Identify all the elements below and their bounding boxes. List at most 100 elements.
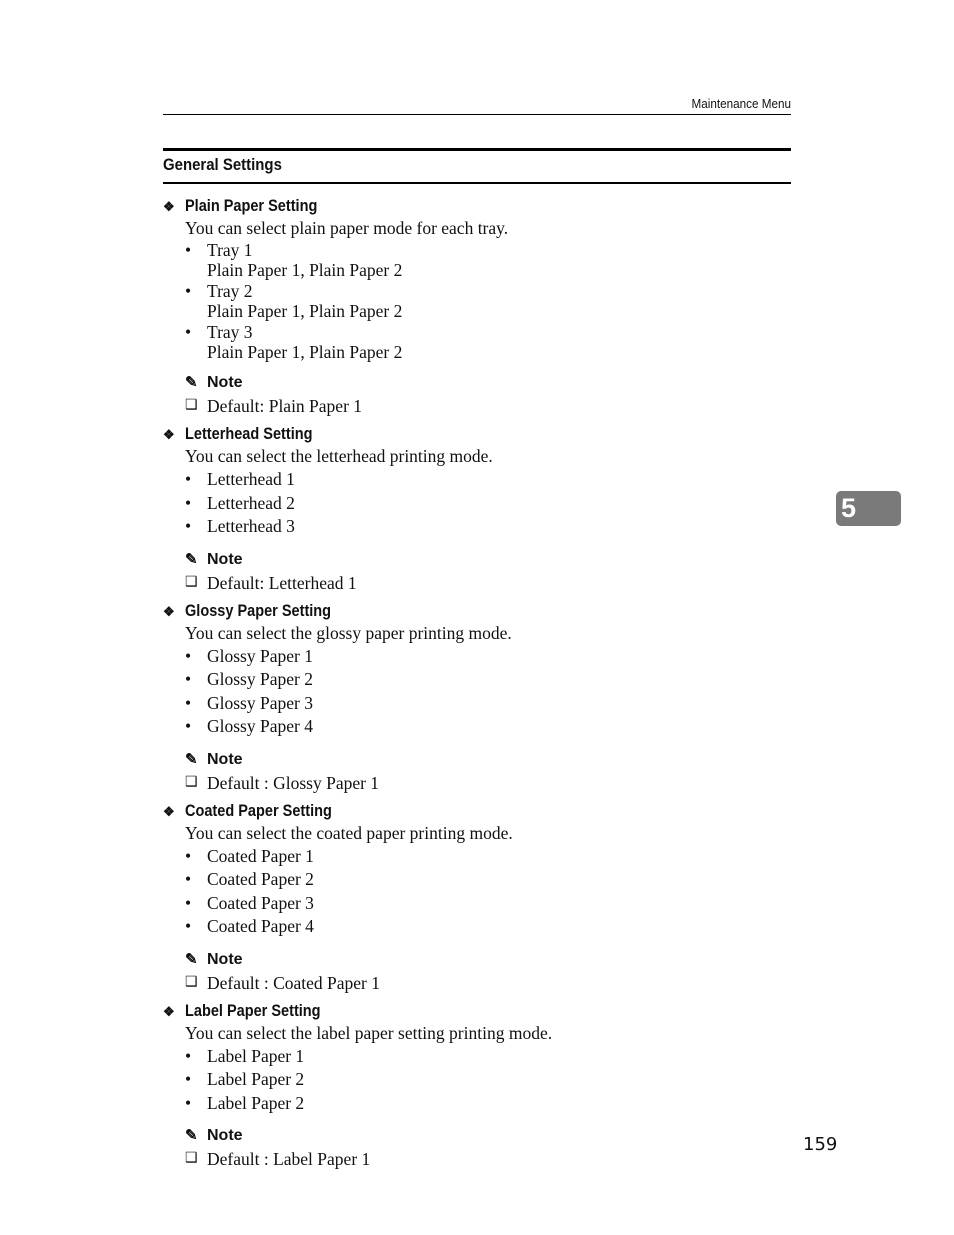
pencil-icon: ✎: [185, 950, 198, 968]
option-label: Glossy Paper 2: [207, 669, 313, 689]
pencil-icon: ✎: [185, 374, 198, 391]
pencil-icon: ✎: [185, 550, 198, 568]
section-title: General Settings: [163, 155, 282, 174]
setting-description: You can select the glossy paper printing…: [185, 622, 512, 643]
setting-section: ❖ Letterhead Setting You can select the …: [163, 424, 803, 595]
option-item: • Letterhead 2: [185, 492, 803, 516]
setting-title: ❖ Letterhead Setting: [163, 424, 803, 445]
setting-title-text: Plain Paper Setting: [185, 197, 318, 215]
note-label: Note: [207, 950, 243, 968]
note-heading: ✎ Note: [185, 372, 803, 394]
bullet-icon: •: [185, 1045, 192, 1066]
pencil-icon: ✎: [185, 1127, 198, 1144]
note-block: ✎ Note ❑ Default: Letterhead 1: [185, 549, 803, 595]
option-values: Plain Paper 1, Plain Paper 2: [207, 301, 403, 321]
option-item: • Tray 1 Plain Paper 1, Plain Paper 2: [185, 240, 803, 280]
note-label: Note: [207, 750, 243, 768]
bullet-icon: •: [185, 692, 192, 713]
setting-title-text: Glossy Paper Setting: [185, 601, 332, 620]
option-list: • Letterhead 1 • Letterhead 2 • Letterhe…: [185, 468, 803, 539]
note-label: Note: [207, 374, 243, 391]
option-item: • Coated Paper 4: [185, 915, 803, 939]
bullet-icon: •: [185, 1069, 192, 1089]
settings-content: ❖ Plain Paper Setting You can select pla…: [163, 196, 803, 1177]
note-default: ❑ Default : Label Paper 1: [185, 1147, 803, 1171]
diamond-cluster-icon: ❖: [163, 199, 175, 214]
option-item: • Glossy Paper 3: [185, 692, 803, 716]
option-list: • Label Paper 1 • Label Paper 2 • Label …: [185, 1045, 803, 1116]
setting-title: ❖ Glossy Paper Setting: [163, 601, 803, 622]
setting-description: You can select the letterhead printing m…: [185, 446, 493, 466]
option-label: Label Paper 2: [207, 1069, 305, 1089]
option-label: Glossy Paper 1: [207, 645, 313, 666]
bullet-icon: •: [185, 716, 192, 736]
note-default: ❑ Default : Glossy Paper 1: [185, 771, 803, 795]
setting-section: ❖ Coated Paper Setting You can select th…: [163, 801, 803, 995]
note-default-text: Default : Label Paper 1: [207, 1149, 371, 1169]
option-label: Label Paper 2: [207, 1092, 305, 1113]
bullet-icon: •: [185, 516, 192, 536]
note-label: Note: [207, 1127, 243, 1144]
diamond-cluster-icon: ❖: [163, 427, 175, 442]
option-item: • Tray 2 Plain Paper 1, Plain Paper 2: [185, 281, 803, 321]
checkbox-icon: ❑: [185, 974, 198, 990]
option-label: Tray 3: [207, 322, 253, 342]
note-label: Note: [207, 550, 243, 568]
bullet-icon: •: [185, 869, 192, 889]
header-rule: [163, 114, 791, 115]
note-default-text: Default : Glossy Paper 1: [207, 772, 380, 793]
note-default-text: Default: Letterhead 1: [207, 572, 357, 593]
option-item: • Label Paper 2: [185, 1068, 803, 1092]
option-item: • Glossy Paper 4: [185, 715, 803, 739]
note-heading: ✎ Note: [185, 949, 803, 971]
chapter-tab[interactable]: 5: [836, 491, 901, 526]
note-default: ❑ Default: Letterhead 1: [185, 571, 803, 595]
setting-description: You can select the label paper setting p…: [185, 1022, 553, 1043]
option-list: • Coated Paper 1 • Coated Paper 2 • Coat…: [185, 845, 803, 939]
bullet-icon: •: [185, 645, 192, 666]
note-heading: ✎ Note: [185, 749, 803, 771]
setting-title-text: Letterhead Setting: [185, 425, 313, 443]
checkbox-icon: ❑: [185, 1151, 198, 1166]
option-item: • Letterhead 1: [185, 468, 803, 492]
bullet-icon: •: [185, 916, 192, 936]
bullet-icon: •: [185, 892, 192, 913]
bullet-icon: •: [185, 492, 192, 513]
checkbox-icon: ❑: [185, 774, 198, 790]
setting-title: ❖ Coated Paper Setting: [163, 801, 803, 822]
section-rule-top: [163, 148, 791, 151]
option-label: Glossy Paper 4: [207, 716, 313, 736]
note-default: ❑ Default : Coated Paper 1: [185, 971, 803, 995]
option-label: Tray 2: [207, 281, 253, 301]
setting-section: ❖ Label Paper Setting You can select the…: [163, 1001, 803, 1172]
option-item: • Glossy Paper 2: [185, 668, 803, 692]
note-block: ✎ Note ❑ Default: Plain Paper 1: [185, 372, 803, 418]
setting-section: ❖ Glossy Paper Setting You can select th…: [163, 601, 803, 795]
option-list: • Glossy Paper 1 • Glossy Paper 2 • Glos…: [185, 645, 803, 739]
note-heading: ✎ Note: [185, 549, 803, 571]
checkbox-icon: ❑: [185, 574, 198, 590]
section-rule-bottom: [163, 182, 791, 184]
note-block: ✎ Note ❑ Default : Label Paper 1: [185, 1125, 803, 1171]
option-item: • Tray 3 Plain Paper 1, Plain Paper 2: [185, 322, 803, 362]
note-default-text: Default: Plain Paper 1: [207, 396, 363, 416]
option-item: • Label Paper 1: [185, 1045, 803, 1069]
running-head: Maintenance Menu: [691, 96, 791, 111]
checkbox-icon: ❑: [185, 398, 198, 413]
note-heading: ✎ Note: [185, 1125, 803, 1147]
option-label: Coated Paper 2: [207, 869, 314, 889]
bullet-icon: •: [185, 1092, 192, 1113]
option-item: • Glossy Paper 1: [185, 645, 803, 669]
option-label: Label Paper 1: [207, 1045, 305, 1066]
setting-title-text: Label Paper Setting: [185, 1001, 321, 1020]
option-list: • Tray 1 Plain Paper 1, Plain Paper 2 • T…: [185, 240, 803, 362]
option-label: Letterhead 3: [207, 516, 295, 536]
bullet-icon: •: [185, 845, 192, 866]
option-item: • Letterhead 3: [185, 515, 803, 539]
setting-title-text: Coated Paper Setting: [185, 801, 332, 820]
note-block: ✎ Note ❑ Default : Coated Paper 1: [185, 949, 803, 995]
setting-section: ❖ Plain Paper Setting You can select pla…: [163, 196, 803, 418]
option-label: Tray 1: [207, 240, 253, 260]
setting-title: ❖ Plain Paper Setting: [163, 196, 803, 217]
bullet-icon: •: [185, 240, 192, 260]
